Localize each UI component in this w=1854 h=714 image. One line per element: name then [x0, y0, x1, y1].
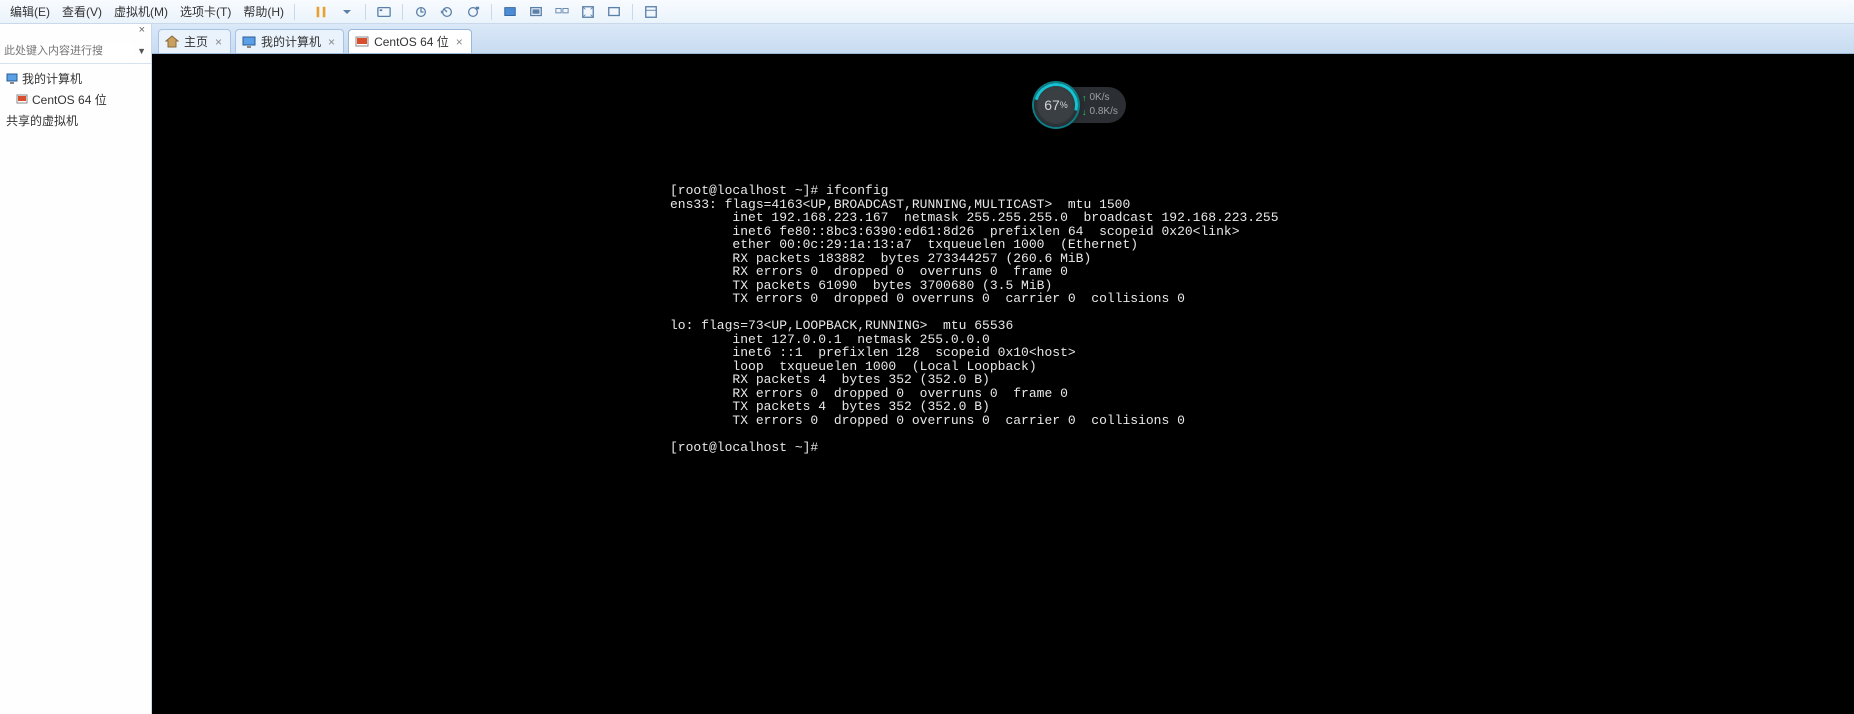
snapshot-manager-icon[interactable] — [461, 2, 485, 22]
tree-label: 我的计算机 — [22, 70, 82, 87]
library-tree: 我的计算机 CentOS 64 位 共享的虚拟机 — [0, 64, 151, 135]
view-fullscreen-icon[interactable] — [576, 2, 600, 22]
menu-view[interactable]: 查看(V) — [56, 1, 108, 22]
perf-percent: 67 — [1044, 97, 1060, 113]
tab-close-icon[interactable]: × — [326, 35, 337, 49]
upload-speed: 0K/s — [1090, 91, 1110, 105]
separator — [365, 4, 366, 20]
view-multiple-icon[interactable] — [550, 2, 574, 22]
snapshot-icon[interactable] — [409, 2, 433, 22]
library-icon[interactable] — [639, 2, 663, 22]
search-dropdown-icon[interactable]: ▼ — [134, 46, 149, 56]
monitor-icon — [242, 35, 256, 49]
main-area: × ▼ 我的计算机 CentOS 64 位 共享的虚拟机 主页 × — [0, 24, 1854, 714]
dropdown-icon[interactable] — [335, 2, 359, 22]
send-ctrlaltdel-icon[interactable] — [372, 2, 396, 22]
tabstrip: 主页 × 我的计算机 × CentOS 64 位 × — [152, 24, 1854, 54]
menu-edit[interactable]: 编辑(E) — [4, 1, 56, 22]
menu-vm[interactable]: 虚拟机(M) — [108, 1, 174, 22]
tab-label: 我的计算机 — [261, 33, 321, 50]
upload-arrow-icon: ↑ — [1082, 92, 1087, 105]
tree-label: 共享的虚拟机 — [6, 112, 78, 129]
monitor-icon — [6, 73, 18, 85]
view-unity-icon[interactable] — [602, 2, 626, 22]
vm-console[interactable]: 67% ↑0K/s ↓0.8K/s [root@localhost ~]# if… — [152, 54, 1854, 714]
sidebar: × ▼ 我的计算机 CentOS 64 位 共享的虚拟机 — [0, 24, 152, 714]
search-input[interactable] — [2, 43, 134, 59]
home-icon — [165, 35, 179, 49]
tab-close-icon[interactable]: × — [213, 35, 224, 49]
content-area: 主页 × 我的计算机 × CentOS 64 位 × 67% ↑0K/s — [152, 24, 1854, 714]
perf-percent-symbol: % — [1060, 100, 1068, 110]
menubar: 编辑(E) 查看(V) 虚拟机(M) 选项卡(T) 帮助(H) — [0, 0, 1854, 24]
download-arrow-icon: ↓ — [1082, 106, 1087, 119]
tree-label: CentOS 64 位 — [32, 91, 107, 108]
menu-help[interactable]: 帮助(H) — [237, 1, 290, 22]
view-single-icon[interactable] — [498, 2, 522, 22]
tree-my-computer[interactable]: 我的计算机 — [2, 68, 149, 89]
sidebar-close-button[interactable]: × — [0, 24, 151, 38]
terminal-output[interactable]: [root@localhost ~]# ifconfig ens33: flag… — [670, 184, 1279, 454]
vm-icon — [355, 35, 369, 49]
tree-shared[interactable]: 共享的虚拟机 — [2, 110, 149, 131]
separator — [491, 4, 492, 20]
tab-centos[interactable]: CentOS 64 位 × — [348, 29, 472, 53]
separator — [402, 4, 403, 20]
view-console-icon[interactable] — [524, 2, 548, 22]
separator — [294, 4, 295, 20]
sidebar-search: ▼ — [0, 38, 151, 64]
toolbar-icons — [309, 2, 663, 22]
tab-label: CentOS 64 位 — [374, 33, 449, 50]
tab-label: 主页 — [184, 33, 208, 50]
tree-centos[interactable]: CentOS 64 位 — [2, 89, 149, 110]
vm-icon — [16, 94, 28, 106]
download-speed: 0.8K/s — [1090, 105, 1118, 119]
perf-gauge: 67% — [1034, 83, 1078, 127]
separator — [632, 4, 633, 20]
performance-widget[interactable]: 67% ↑0K/s ↓0.8K/s — [1034, 82, 1134, 128]
menu-tabs[interactable]: 选项卡(T) — [174, 1, 237, 22]
tab-my-computer[interactable]: 我的计算机 × — [235, 29, 344, 53]
tab-home[interactable]: 主页 × — [158, 29, 231, 53]
tab-close-icon[interactable]: × — [454, 35, 465, 49]
pause-button[interactable] — [309, 2, 333, 22]
snapshot-revert-icon[interactable] — [435, 2, 459, 22]
